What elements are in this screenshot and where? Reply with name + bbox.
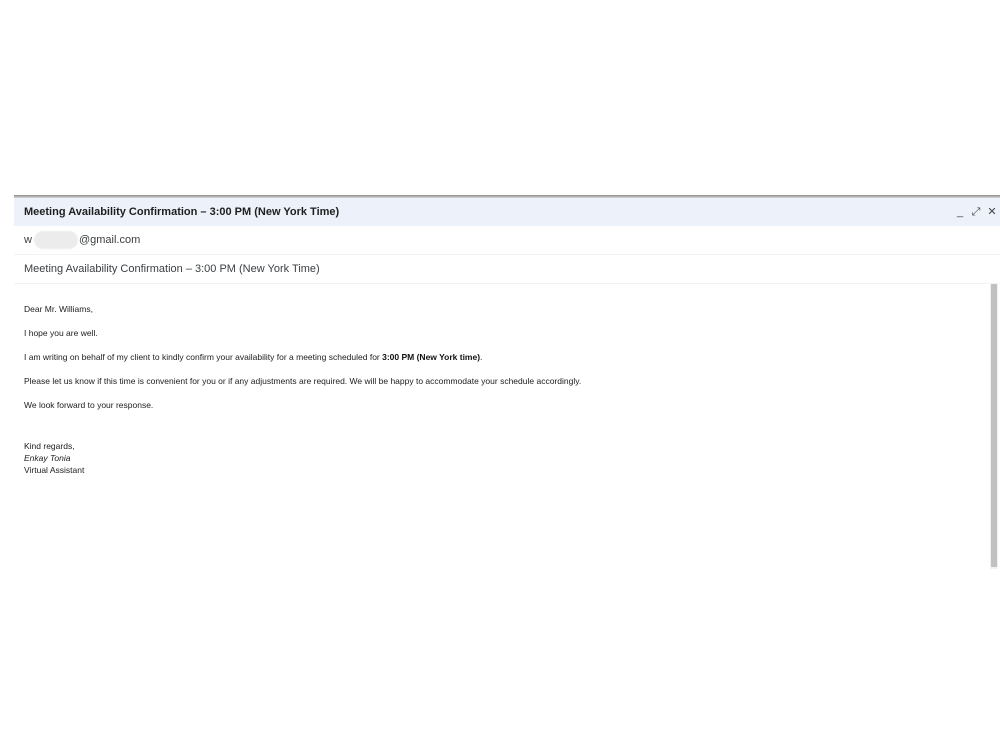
body-line-2: I am writing on behalf of my client to k… bbox=[24, 352, 964, 362]
subject-field[interactable]: Meeting Availability Confirmation – 3:00… bbox=[14, 255, 1000, 284]
recipient-suffix: @gmail.com bbox=[78, 233, 141, 246]
message-body[interactable]: Dear Mr. Williams, I hope you are well. … bbox=[14, 284, 1000, 569]
recipient-prefix: w bbox=[24, 233, 32, 246]
redacted-region bbox=[33, 231, 78, 249]
scrollbar[interactable] bbox=[990, 284, 998, 569]
to-field[interactable]: w @gmail.com bbox=[14, 226, 1000, 255]
closing: Kind regards, bbox=[24, 441, 75, 451]
message-text[interactable]: Dear Mr. Williams, I hope you are well. … bbox=[24, 304, 964, 476]
body-line-1: I hope you are well. bbox=[24, 328, 98, 338]
compose-titlebar[interactable]: Meeting Availability Confirmation – 3:00… bbox=[14, 198, 1000, 226]
meeting-time: 3:00 PM (New York time) bbox=[382, 352, 481, 362]
greeting: Dear Mr. Williams, bbox=[24, 304, 93, 314]
scrollbar-thumb[interactable] bbox=[991, 284, 997, 567]
body-line-4: We look forward to your response. bbox=[24, 400, 154, 410]
body-line-3: Please let us know if this time is conve… bbox=[24, 376, 582, 386]
signature-block: Kind regards, Enkay Tonia Virtual Assist… bbox=[24, 440, 964, 476]
expand-icon[interactable]: ⤢ bbox=[970, 205, 982, 219]
subject-text: Meeting Availability Confirmation – 3:00… bbox=[24, 263, 320, 275]
minimize-icon[interactable]: _ bbox=[954, 205, 966, 219]
compose-title: Meeting Availability Confirmation – 3:00… bbox=[24, 206, 340, 218]
body-line-2-start: I am writing on behalf of my client to k… bbox=[24, 352, 383, 362]
recipient-chip[interactable]: w @gmail.com bbox=[24, 231, 140, 249]
window-controls: _ ⤢ ✕ bbox=[954, 205, 1000, 219]
sender-name: Enkay Tonia bbox=[24, 453, 71, 463]
body-line-2-end: . bbox=[480, 352, 483, 362]
sender-title: Virtual Assistant bbox=[24, 465, 85, 475]
close-icon[interactable]: ✕ bbox=[986, 205, 998, 219]
compose-window: Meeting Availability Confirmation – 3:00… bbox=[14, 198, 1000, 570]
